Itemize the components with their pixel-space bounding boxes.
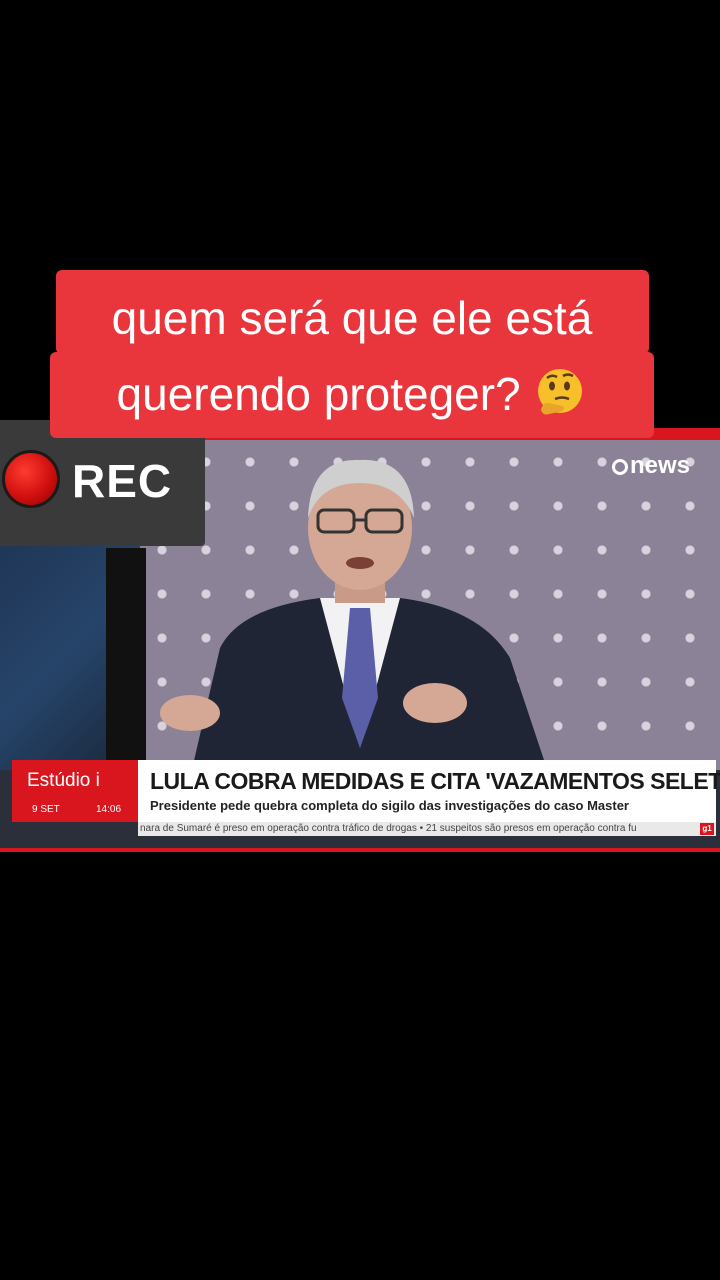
channel-logo-text: news (629, 452, 690, 479)
subheadline: Presidente pede quebra completa do sigil… (150, 798, 629, 813)
thinking-face-icon (538, 369, 583, 415)
rec-indicator: REC (0, 420, 205, 546)
headline: LULA COBRA MEDIDAS E CITA 'VAZAMENTOS SE… (150, 768, 720, 794)
globo-ring-icon (611, 459, 628, 475)
record-dot-icon (2, 450, 60, 508)
presenter-figure (160, 459, 550, 778)
broadcast-time: 14:06 (96, 804, 122, 815)
caption-line2: querendo proteger? (50, 366, 654, 420)
program-tag: Estúdio i 9 SET 14:06 (12, 760, 138, 822)
video-bottom-border (0, 848, 720, 852)
caption-line1: quem será que ele está (111, 292, 593, 344)
studio-frame (106, 548, 146, 778)
broadcast-date: 9 SET (32, 804, 60, 815)
lower-third: Estúdio i 9 SET 14:06 LULA COBRA MEDIDAS… (12, 760, 720, 822)
channel-logo: news (611, 452, 690, 480)
caption-line2-text: querendo proteger? (116, 368, 521, 420)
g1-badge: g1 (700, 823, 714, 835)
rec-label: REC (72, 455, 173, 507)
program-name: Estúdio i (27, 770, 100, 791)
ticker-text: nara de Sumaré é preso em operação contr… (140, 823, 637, 834)
news-ticker: nara de Sumaré é preso em operação contr… (138, 822, 716, 836)
